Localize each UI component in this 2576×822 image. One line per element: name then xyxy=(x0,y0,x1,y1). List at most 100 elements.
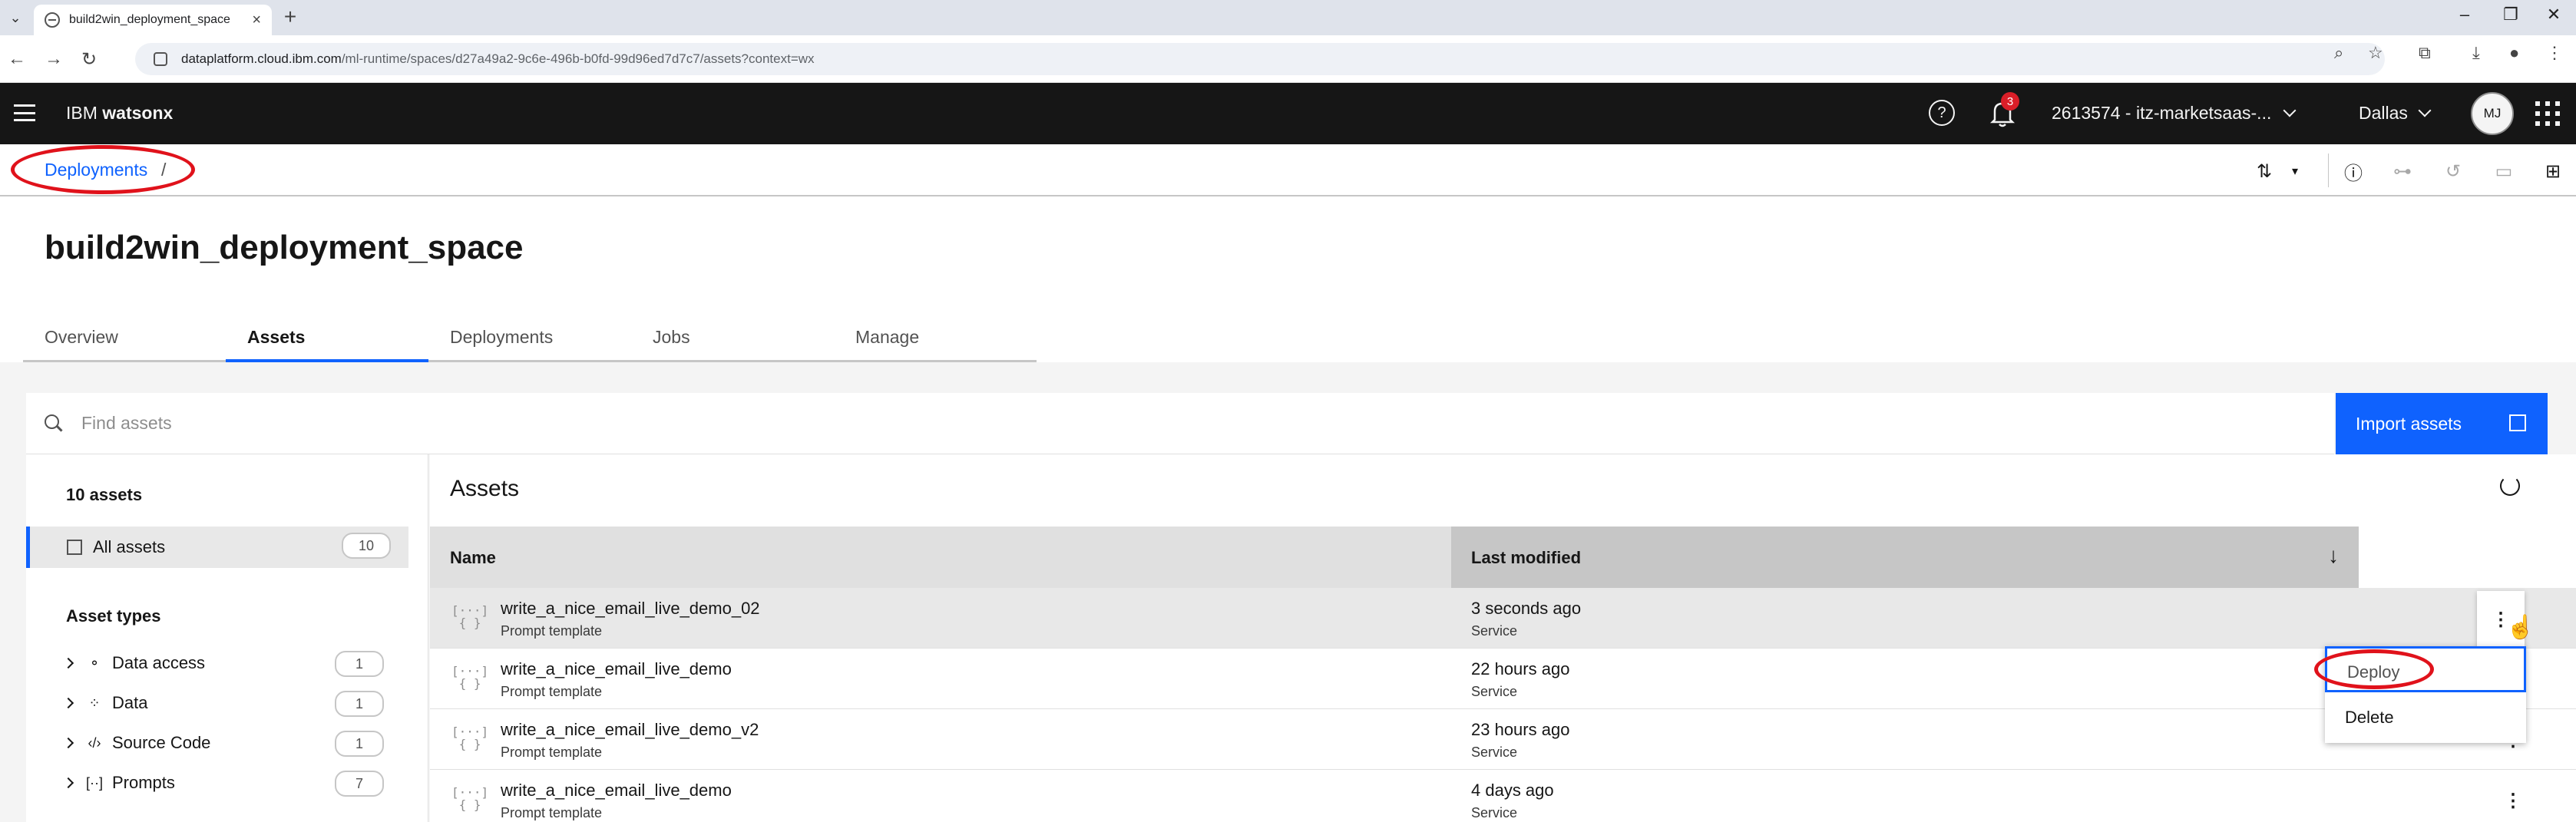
chevron-right-icon xyxy=(62,657,74,669)
refresh-icon[interactable] xyxy=(2500,476,2520,496)
info-icon[interactable]: ⓘ xyxy=(2342,160,2365,184)
modified-by: Service xyxy=(1471,684,1518,699)
breadcrumb-separator: / xyxy=(161,160,167,180)
download-icon[interactable]: ⤓ xyxy=(2472,43,2480,63)
forward-icon[interactable]: → xyxy=(41,47,66,71)
close-tab-icon[interactable]: × xyxy=(252,12,261,29)
tab-title: build2win_deployment_space xyxy=(69,13,230,26)
comment-icon: ▭ xyxy=(2495,160,2513,182)
search-input[interactable] xyxy=(81,413,2231,434)
column-header-last-modified[interactable]: Last modified ↓ xyxy=(1451,527,2359,588)
count-tag: 7 xyxy=(335,771,384,797)
last-modified: 3 seconds ago xyxy=(1471,599,1582,618)
prompt-template-icon: [···] { } xyxy=(451,785,489,812)
search-icon xyxy=(45,414,63,433)
hand-cursor-icon: ☝ xyxy=(2506,615,2535,640)
app-switcher-icon[interactable] xyxy=(2535,101,2560,126)
close-window-icon[interactable]: ✕ xyxy=(2538,5,2569,25)
sidebar-item-label: Prompts xyxy=(112,773,175,792)
browser-tab[interactable]: build2win_deployment_space × xyxy=(34,5,272,35)
last-modified: 23 hours ago xyxy=(1471,720,1570,739)
toolbar-divider xyxy=(2328,154,2329,187)
asset-type: Prompt template xyxy=(501,805,603,820)
asset-name-link[interactable]: write_a_nice_email_live_demo_v2 xyxy=(501,720,759,740)
table-row[interactable]: [···] { } write_a_nice_email_live_demo_v… xyxy=(430,709,2576,770)
asset-name-link[interactable]: write_a_nice_email_live_demo xyxy=(501,659,732,679)
site-info-icon[interactable] xyxy=(154,52,167,66)
asset-name-link[interactable]: write_a_nice_email_live_demo xyxy=(501,781,732,801)
asset-name-link[interactable]: write_a_nice_email_live_demo_02 xyxy=(501,599,760,619)
restore-icon[interactable]: ❐ xyxy=(2495,5,2526,25)
avatar[interactable]: MJ xyxy=(2471,92,2514,135)
tab-overview[interactable]: Overview xyxy=(23,321,226,362)
prompt-template-icon: [···] { } xyxy=(451,603,489,630)
chevron-right-icon xyxy=(62,777,74,789)
sort-descending-icon[interactable]: ↓ xyxy=(2328,543,2339,568)
region-switcher[interactable]: Dallas xyxy=(2359,103,2432,124)
collection-icon xyxy=(67,540,82,555)
notification-badge: 3 xyxy=(2001,92,2019,111)
prompt-icon: [··] xyxy=(86,774,103,791)
last-modified: 22 hours ago xyxy=(1471,659,1570,678)
reload-icon[interactable]: ↻ xyxy=(77,47,101,71)
asset-type: Prompt template xyxy=(501,684,603,699)
table-row[interactable]: [···] { } write_a_nice_email_live_demo P… xyxy=(430,649,2576,709)
tab-assets[interactable]: Assets xyxy=(226,321,428,362)
modified-by: Service xyxy=(1471,623,1518,639)
screen: ⌄ build2win_deployment_space × + – ❐ ✕ ←… xyxy=(0,0,2576,822)
asset-type: Prompt template xyxy=(501,623,603,639)
chevron-down-icon[interactable]: ▾ xyxy=(2283,160,2306,183)
assets-title: Assets xyxy=(450,476,520,501)
bookmark-star-icon[interactable]: ☆ xyxy=(2368,43,2383,63)
tab-deployments[interactable]: Deployments xyxy=(428,321,631,362)
assets-panel: Assets Name Last modified ↓ [···] { } wr… xyxy=(430,454,2576,822)
column-header-label: Last modified xyxy=(1471,548,1582,567)
zoom-icon[interactable]: ⌕ xyxy=(2334,43,2343,63)
tab-manage[interactable]: Manage xyxy=(834,321,1037,362)
table-row[interactable]: [···] { } write_a_nice_email_live_demo_0… xyxy=(430,588,2576,649)
address-bar-row: ← → ↻ dataplatform.cloud.ibm.com/ml-runt… xyxy=(0,35,2576,83)
import-icon xyxy=(2509,414,2526,431)
chevron-right-icon xyxy=(62,697,74,709)
delete-menu-item[interactable]: Delete xyxy=(2325,694,2526,740)
url-text: dataplatform.cloud.ibm.com/ml-runtime/sp… xyxy=(181,51,815,66)
import-assets-button[interactable]: Import assets xyxy=(2336,393,2548,454)
breadcrumb-deployments-link[interactable]: Deployments xyxy=(45,160,147,180)
sidebar-item-all-assets[interactable]: All assets 10 xyxy=(26,527,408,568)
table-row[interactable]: [···] { } write_a_nice_email_live_demo P… xyxy=(430,770,2576,822)
tab-search-chevron-icon[interactable]: ⌄ xyxy=(5,7,26,28)
data-icon: ⁘ xyxy=(88,695,101,711)
account-switcher[interactable]: 2613574 - itz-marketsaas-... xyxy=(2052,103,2297,124)
count-tag: 1 xyxy=(335,691,384,717)
profile-icon[interactable]: ● xyxy=(2509,43,2519,63)
new-tab-icon[interactable]: + xyxy=(278,5,303,29)
url-field[interactable]: dataplatform.cloud.ibm.com/ml-runtime/sp… xyxy=(135,43,2385,75)
back-icon[interactable]: ← xyxy=(5,47,29,71)
column-header-name[interactable]: Name xyxy=(450,548,496,568)
apps-icon[interactable]: ⊞ xyxy=(2541,160,2564,183)
sidebar-item-label: Source Code xyxy=(112,733,211,752)
data-access-icon: ⚬ xyxy=(88,655,101,671)
browser-menu-icon[interactable]: ⋮ xyxy=(2546,43,2563,63)
help-icon[interactable]: ? xyxy=(1929,100,1955,126)
page-tabs: Overview Assets Deployments Jobs Manage xyxy=(23,321,1040,362)
asset-count: 10 assets xyxy=(66,485,143,504)
history-icon: ↺ xyxy=(2445,160,2462,182)
asset-filter-sidebar: 10 assets All assets 10 Asset types ⚬ Da… xyxy=(26,454,428,822)
search-bar xyxy=(26,393,2334,454)
count-tag: 1 xyxy=(335,651,384,677)
sidebar-item-label: Data access xyxy=(112,653,206,672)
lineage-icon: ⊶ xyxy=(2393,160,2412,182)
brand-logo[interactable]: IBM watsonx xyxy=(66,103,173,124)
minimize-icon[interactable]: – xyxy=(2449,5,2480,25)
upload-download-icon[interactable]: ⇅ xyxy=(2253,160,2276,183)
sidebar-item-label: Data xyxy=(112,693,148,712)
deploy-menu-item[interactable]: Deploy xyxy=(2325,646,2526,692)
extensions-icon[interactable]: ⧉ xyxy=(2419,43,2431,63)
tab-jobs[interactable]: Jobs xyxy=(631,321,834,362)
overflow-menu-icon[interactable]: ⋮ xyxy=(2502,788,2525,813)
browser-tab-bar: ⌄ build2win_deployment_space × + – ❐ ✕ xyxy=(0,0,2576,35)
hamburger-menu-icon[interactable] xyxy=(14,104,35,121)
code-icon: ‹/› xyxy=(88,735,101,751)
count-tag: 1 xyxy=(335,731,384,757)
